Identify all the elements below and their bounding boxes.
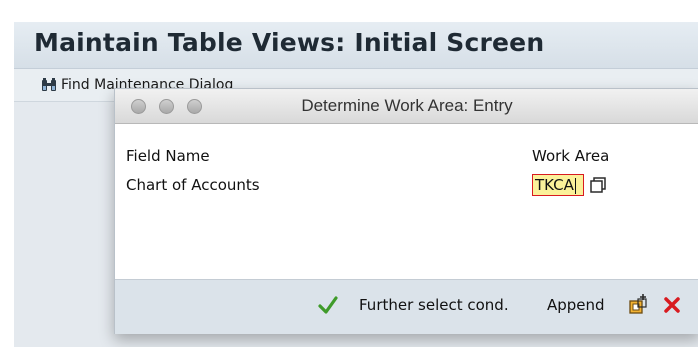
work-area-value: TKCA bbox=[535, 176, 574, 194]
cancel-icon[interactable] bbox=[661, 294, 683, 316]
append-button[interactable]: Append bbox=[547, 296, 605, 314]
dialog-footer: Further select cond. Append bbox=[115, 279, 698, 334]
text-cursor bbox=[574, 177, 576, 194]
chart-of-accounts-label: Chart of Accounts bbox=[126, 176, 260, 194]
page-title: Maintain Table Views: Initial Screen bbox=[34, 28, 545, 57]
work-area-dialog: Determine Work Area: Entry Field Name Wo… bbox=[114, 88, 698, 334]
new-entries-icon[interactable] bbox=[627, 294, 649, 316]
dialog-title-bar[interactable]: Determine Work Area: Entry bbox=[115, 89, 698, 124]
further-select-cond-button[interactable]: Further select cond. bbox=[359, 296, 509, 314]
dialog-body: Field Name Work Area Chart of Accounts T… bbox=[115, 124, 698, 279]
main-title-bar: Maintain Table Views: Initial Screen bbox=[14, 22, 698, 69]
binoculars-icon bbox=[42, 78, 56, 91]
work-area-input[interactable]: TKCA bbox=[532, 174, 584, 196]
dialog-title: Determine Work Area: Entry bbox=[301, 96, 513, 115]
checkmark-icon[interactable] bbox=[317, 294, 339, 316]
work-area-header: Work Area bbox=[532, 147, 610, 165]
multiple-selection-icon[interactable] bbox=[589, 176, 607, 194]
field-name-header: Field Name bbox=[126, 147, 210, 165]
